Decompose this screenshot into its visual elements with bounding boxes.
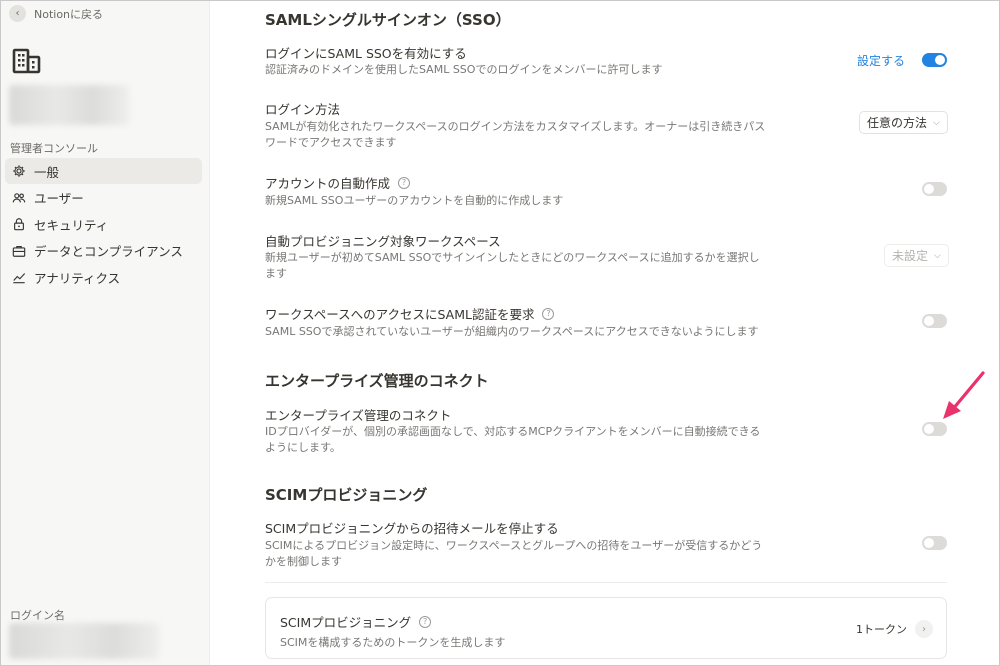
configure-saml-link[interactable]: 設定する bbox=[857, 52, 905, 69]
saml-section-title: SAMLシングルサインオン（SSO） bbox=[265, 11, 511, 29]
toggle-knob bbox=[935, 55, 945, 65]
enterprise-connect-desc: IDプロバイダーが、個別の承認画面なしで、対応するMCPクライアントをメンバーに… bbox=[265, 425, 761, 454]
scim-stop-email-label: SCIMプロビジョニングからの招待メールを停止する bbox=[265, 521, 559, 536]
sidebar: ‹ Notionに戻る 管理者コンソール 一般 ユーザー セキュリティ データと… bbox=[1, 1, 210, 665]
lock-icon bbox=[11, 217, 26, 232]
scim-card-desc: SCIMを構成するためのトークンを生成します bbox=[280, 636, 506, 649]
back-label[interactable]: Notionに戻る bbox=[34, 6, 103, 22]
sidebar-item-analytics[interactable]: アナリティクス bbox=[5, 264, 202, 290]
sidebar-item-users[interactable]: ユーザー bbox=[5, 185, 202, 211]
toggle-knob bbox=[924, 184, 934, 194]
users-icon bbox=[11, 190, 26, 205]
login-method-dropdown[interactable]: 任意の方法 ⌵ bbox=[859, 111, 948, 134]
sidebar-item-label: ユーザー bbox=[34, 191, 84, 207]
auto-provision-value: 未設定 bbox=[892, 249, 929, 263]
enterprise-section-title: エンタープライズ管理のコネクト bbox=[265, 372, 489, 390]
auto-provision-title: 自動プロビジョニング対象ワークスペース bbox=[265, 231, 501, 250]
briefcase-icon bbox=[11, 243, 26, 258]
sidebar-item-label: 一般 bbox=[34, 164, 60, 180]
sidebar-item-general[interactable]: 一般 bbox=[5, 158, 202, 184]
saml-enable-desc: 認証済みのドメインを使用したSAML SSOでのログインをメンバーに許可します bbox=[265, 63, 663, 76]
scim-card-title: SCIMプロビジョニング ? bbox=[280, 612, 432, 631]
scim-section-title: SCIMプロビジョニング bbox=[265, 486, 428, 504]
enterprise-connect-title: エンタープライズ管理のコネクト bbox=[265, 405, 451, 424]
saml-enable-label: ログインにSAML SSOを有効にする bbox=[265, 46, 467, 61]
saml-enable-toggle[interactable] bbox=[922, 53, 947, 67]
auto-provision-desc: 新規ユーザーが初めてSAML SSOでサインインしたときにどのワークスペースに追… bbox=[265, 251, 760, 280]
scim-stop-email-title: SCIMプロビジョニングからの招待メールを停止する bbox=[265, 518, 559, 537]
require-saml-label: ワークスペースへのアクセスにSAML認証を要求 bbox=[265, 307, 535, 322]
help-icon[interactable]: ? bbox=[419, 615, 432, 628]
sidebar-item-label: データとコンプライアンス bbox=[34, 244, 183, 260]
auto-provision-label: 自動プロビジョニング対象ワークスペース bbox=[265, 234, 501, 249]
sidebar-item-label: セキュリティ bbox=[34, 217, 109, 233]
admin-console-label: 管理者コンソール bbox=[10, 142, 98, 155]
login-method-desc: SAMLが有効化されたワークスペースのログイン方法をカスタマイズします。オーナー… bbox=[265, 120, 766, 149]
chart-icon bbox=[11, 270, 26, 285]
auto-account-title: アカウントの自動作成 ? bbox=[265, 173, 411, 192]
sidebar-item-data-compliance[interactable]: データとコンプライアンス bbox=[5, 238, 202, 264]
toggle-knob bbox=[924, 316, 934, 326]
settings-main: SAMLシングルサインオン（SSO） ログインにSAML SSOを有効にする 認… bbox=[211, 1, 999, 665]
auto-account-desc: 新規SAML SSOユーザーのアカウントを自動的に作成します bbox=[265, 194, 564, 207]
chevron-right-icon[interactable]: › bbox=[915, 620, 933, 638]
help-icon[interactable]: ? bbox=[542, 307, 555, 320]
saml-enable-title: ログインにSAML SSOを有効にする bbox=[265, 43, 467, 62]
divider bbox=[265, 582, 947, 583]
sidebar-item-label: アナリティクス bbox=[34, 270, 121, 286]
annotation-arrow-icon bbox=[943, 371, 985, 419]
login-name-blurred bbox=[9, 623, 159, 659]
building-icon bbox=[12, 48, 41, 74]
require-saml-desc: SAML SSOで承認されていないユーザーが組織内のワークスペースにアクセスでき… bbox=[265, 325, 759, 338]
scim-stop-email-toggle[interactable] bbox=[922, 536, 947, 550]
chevron-down-icon: ⌵ bbox=[933, 117, 940, 128]
chevron-left-icon[interactable]: ‹ bbox=[9, 5, 26, 22]
toggle-knob bbox=[924, 424, 934, 434]
scim-stop-email-desc: SCIMによるプロビジョン設定時に、ワークスペースとグループへの招待をユーザーが… bbox=[265, 539, 763, 568]
scim-card-label: SCIMプロビジョニング bbox=[280, 615, 412, 630]
sidebar-item-security[interactable]: セキュリティ bbox=[5, 211, 202, 237]
help-icon[interactable]: ? bbox=[398, 176, 411, 189]
back-to-notion[interactable]: ‹ Notionに戻る bbox=[9, 5, 103, 22]
scim-token-card[interactable]: SCIMプロビジョニング ? SCIMを構成するためのトークンを生成します 1ト… bbox=[265, 597, 947, 659]
toggle-knob bbox=[924, 538, 934, 548]
auto-account-label: アカウントの自動作成 bbox=[265, 176, 391, 191]
enterprise-connect-label: エンタープライズ管理のコネクト bbox=[265, 408, 452, 423]
require-saml-toggle[interactable] bbox=[922, 314, 947, 328]
login-method-value: 任意の方法 bbox=[867, 116, 928, 130]
sidebar-nav: 一般 ユーザー セキュリティ データとコンプライアンス アナリティクス bbox=[5, 158, 202, 291]
workspace-name-blurred bbox=[9, 85, 129, 125]
gear-icon bbox=[11, 164, 26, 179]
enterprise-connect-toggle[interactable] bbox=[922, 422, 947, 436]
login-method-label: ログイン方法 bbox=[265, 102, 341, 117]
auto-account-toggle[interactable] bbox=[922, 182, 947, 196]
admin-console-window: ‹ Notionに戻る 管理者コンソール 一般 ユーザー セキュリティ データと… bbox=[0, 0, 1000, 666]
auto-provision-dropdown[interactable]: 未設定 ⌵ bbox=[884, 244, 949, 267]
token-count: 1トークン bbox=[856, 623, 907, 636]
login-method-title: ログイン方法 bbox=[265, 99, 340, 118]
require-saml-title: ワークスペースへのアクセスにSAML認証を要求 ? bbox=[265, 304, 555, 323]
login-name-label: ログイン名 bbox=[10, 609, 65, 622]
chevron-down-icon: ⌵ bbox=[934, 250, 941, 261]
